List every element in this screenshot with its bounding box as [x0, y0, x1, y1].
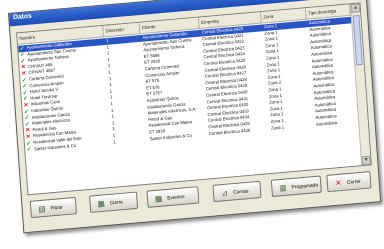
- button-label: Cierre: [109, 199, 124, 207]
- eventos-button[interactable]: ▦ Eventos: [146, 186, 200, 208]
- window-frame: Datos × NombreDirecciónClienteEmpresaZon…: [8, 0, 382, 234]
- chart-icon: ⊿: [221, 188, 229, 198]
- screenshot-scene: Datos × NombreDirecciónClienteEmpresaZon…: [0, 0, 384, 249]
- filter-icon: ▤: [37, 204, 46, 214]
- filtrar-button[interactable]: ▤ Filtrar: [29, 196, 77, 219]
- button-label: Cerrar: [346, 178, 361, 186]
- window-title: Datos: [12, 12, 32, 22]
- scroll-up-icon[interactable]: ▲: [350, 3, 361, 13]
- button-label: Programada: [291, 182, 319, 191]
- close-icon: ✕: [334, 178, 342, 188]
- cierre-button[interactable]: ▦ Cierre: [89, 191, 139, 213]
- scroll-thumb[interactable]: [352, 15, 363, 66]
- curvas-button[interactable]: ⊿ Curvas: [212, 180, 262, 203]
- button-label: Filtrar: [50, 204, 63, 212]
- calendar-icon: ▦: [97, 199, 106, 209]
- datos-window: Datos × NombreDirecciónClienteEmpresaZon…: [8, 0, 384, 249]
- button-label: Curvas: [233, 188, 249, 196]
- data-table[interactable]: Nombre Dirección Cliente Empresa Zona Tipo de…: [16, 2, 372, 196]
- button-label: Eventos: [167, 194, 185, 202]
- check-icon: ✓: [26, 146, 32, 154]
- scroll-down-icon[interactable]: ▼: [361, 155, 371, 166]
- cerrar-button[interactable]: ✕ Cerrar: [326, 171, 372, 193]
- programada-button[interactable]: ▥ Programada: [270, 175, 322, 198]
- schedule-icon: ▥: [279, 183, 287, 193]
- events-icon: ▦: [154, 194, 163, 204]
